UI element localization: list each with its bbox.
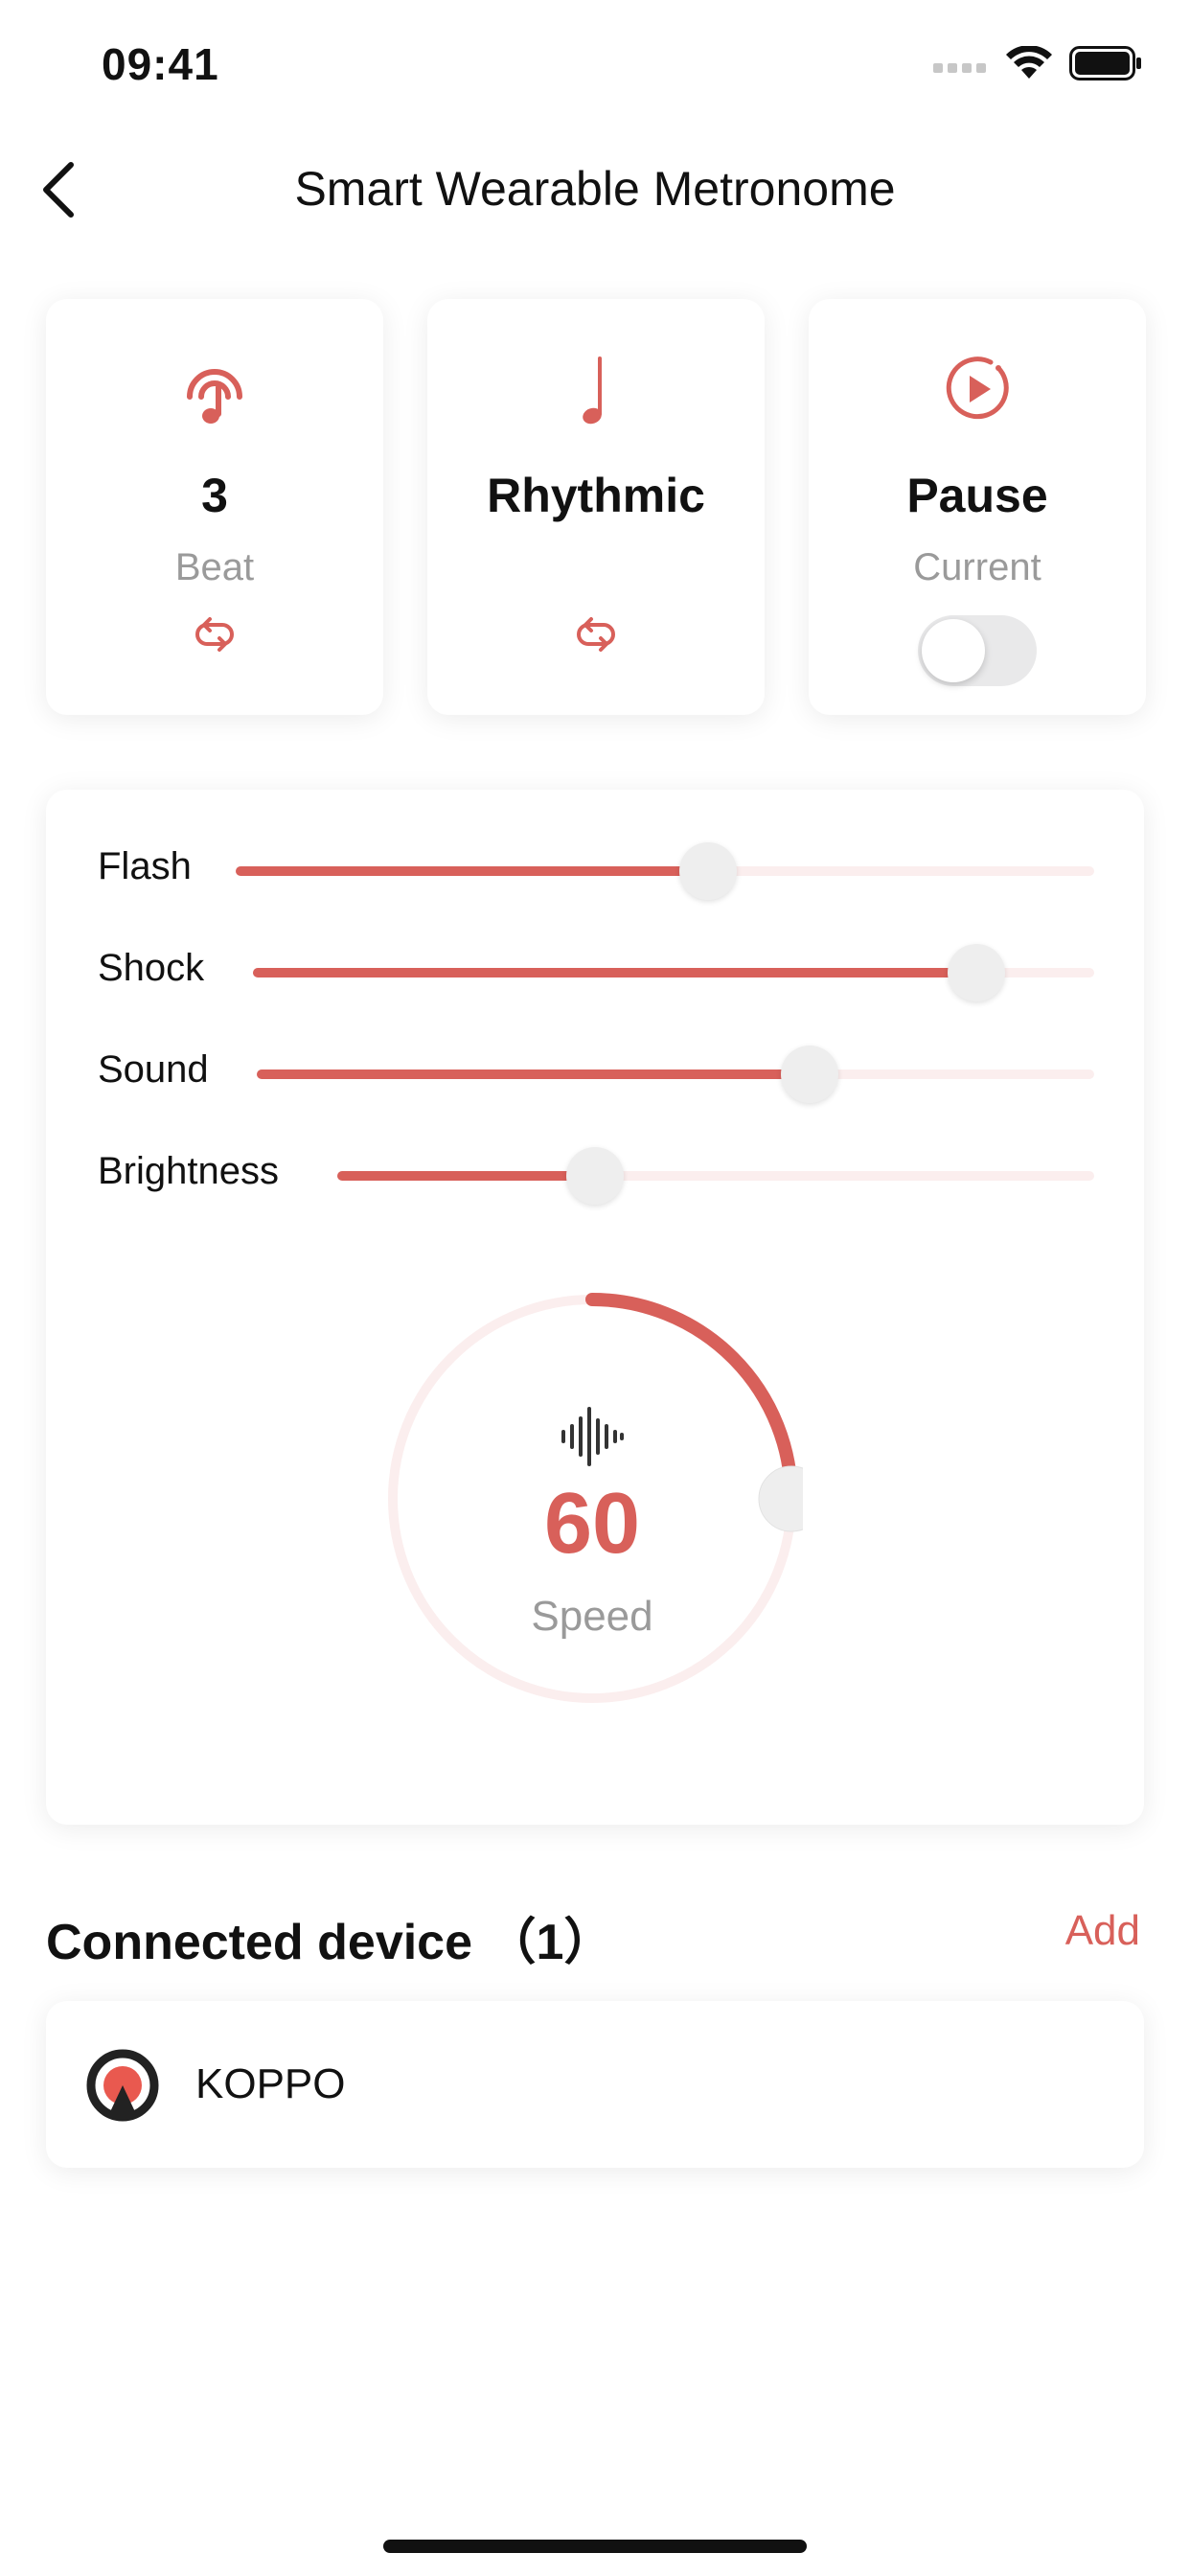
rhythm-card[interactable]: Rhythmic [427,299,765,715]
status-icons [933,45,1142,85]
shock-slider-fill [253,968,977,978]
pause-caption: Current [913,546,1041,588]
beat-card[interactable]: 3 Beat [46,299,383,715]
sound-wave-icon [561,1407,624,1466]
flash-slider-fill [236,866,708,876]
shock-slider-row: Shock [46,943,1144,1001]
beat-value: 3 [201,469,228,522]
status-time: 09:41 [102,39,219,89]
play-circle-icon [946,356,1009,420]
speed-dial[interactable]: 60 Speed [381,1288,803,1710]
brightness-label: Brightness [98,1150,279,1192]
pause-toggle[interactable] [918,615,1037,686]
speed-value: 60 [543,1476,641,1572]
pause-card: Pause Current [809,299,1146,715]
toggle-knob [922,619,985,682]
signal-icon [933,54,989,78]
battery-icon [1069,46,1142,85]
sound-label: Sound [98,1048,209,1091]
device-item[interactable]: KOPPO [46,2001,1144,2168]
flash-slider-thumb[interactable] [678,842,737,900]
sound-slider[interactable] [257,1046,1094,1103]
cycle-icon [195,617,234,652]
brightness-slider-thumb[interactable] [565,1147,624,1205]
koppo-logo-icon [86,2049,159,2127]
headphone-note-icon [187,369,242,424]
wifi-icon [1006,45,1052,85]
controls-panel: Flash Shock Sound Brightness 60 Speed [46,790,1144,1825]
brightness-slider-row: Brightness [46,1146,1144,1205]
rhythm-value: Rhythmic [487,469,705,522]
pause-value: Pause [906,469,1048,522]
beat-cycle-button[interactable] [46,615,383,654]
shock-slider-thumb[interactable] [948,944,1006,1001]
flash-label: Flash [98,845,192,887]
connected-device-title: Connected device （1） [46,1915,614,1970]
flash-slider[interactable] [236,842,1094,900]
cycle-icon [577,617,615,652]
brightness-slider[interactable] [337,1147,1094,1205]
flash-slider-row: Flash [46,841,1144,900]
add-device-link[interactable]: Add [1065,1907,1140,1955]
home-indicator [383,2540,807,2553]
shock-label: Shock [98,947,205,989]
speed-caption: Speed [531,1593,653,1640]
rhythm-cycle-button[interactable] [427,615,765,654]
page-title: Smart Wearable Metronome [294,162,896,216]
shock-slider[interactable] [253,944,1094,1001]
music-note-icon [583,356,602,425]
beat-caption: Beat [174,546,255,588]
sound-slider-row: Sound [46,1045,1144,1103]
brightness-slider-fill [337,1171,595,1181]
device-name: KOPPO [195,2060,346,2107]
sound-slider-fill [257,1070,810,1079]
sound-slider-thumb[interactable] [780,1046,838,1103]
